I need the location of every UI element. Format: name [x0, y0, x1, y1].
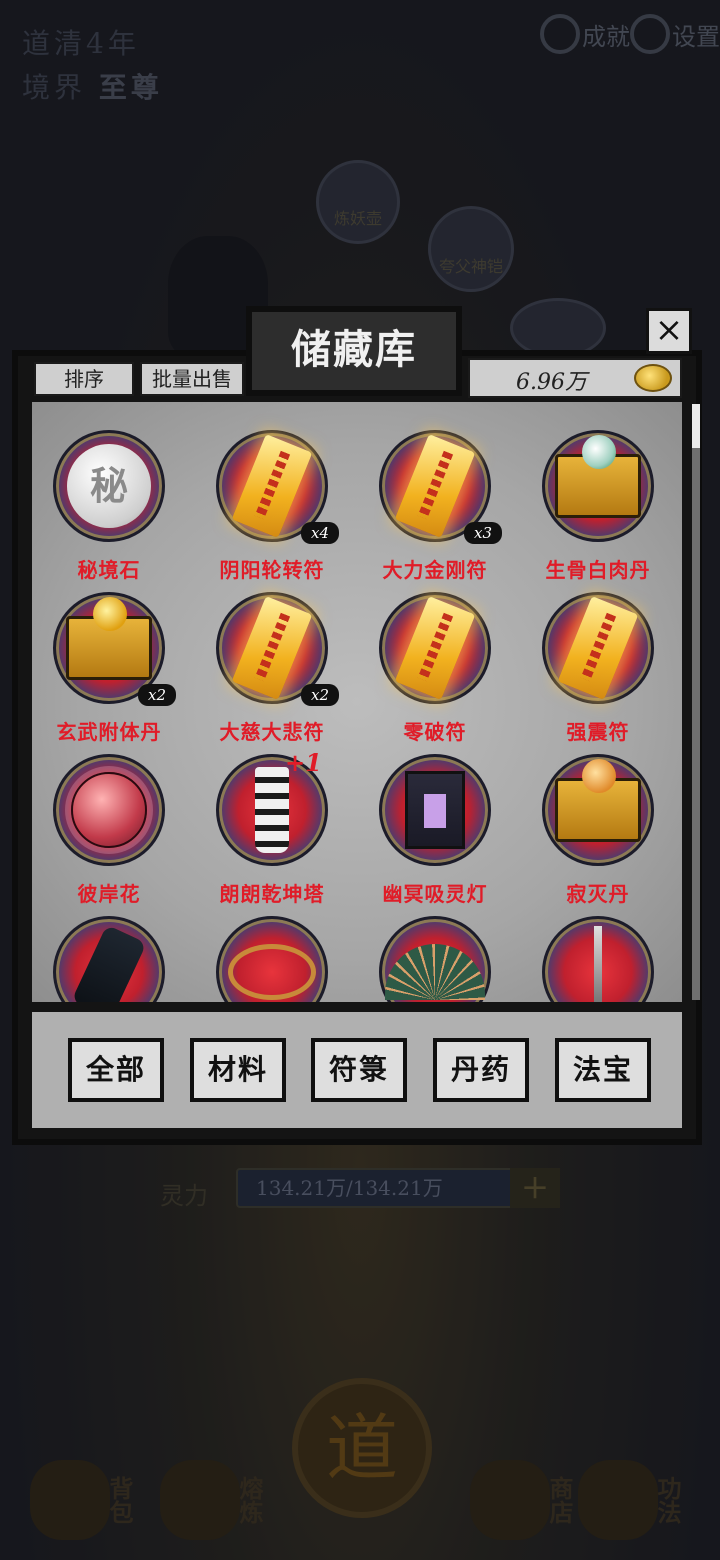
item-orb	[379, 916, 491, 1002]
item-orb	[542, 430, 654, 542]
item-name: 大慈大悲符	[219, 720, 325, 744]
pagoda-icon	[255, 767, 289, 853]
item-name: 零破符	[403, 720, 467, 744]
category-artifacts-button[interactable]: 法宝	[555, 1038, 651, 1102]
glove-icon	[71, 924, 147, 1002]
sword-icon	[594, 926, 602, 1002]
item-slot[interactable]: x3 大力金刚符	[358, 430, 508, 590]
item-slot[interactable]: 彼岸花	[32, 754, 182, 914]
item-upgrade-badge: +1	[285, 748, 322, 777]
item-name: 寂灭丹	[566, 882, 630, 906]
item-name: 朗朗乾坤塔	[219, 882, 325, 906]
item-slot[interactable]: 零破符	[358, 592, 508, 752]
item-name: 强震符	[566, 720, 630, 744]
coin-icon	[634, 364, 672, 392]
item-orb	[542, 916, 654, 1002]
fan-icon	[385, 944, 485, 1000]
item-orb	[216, 916, 328, 1002]
item-slot[interactable]: 强震符	[521, 592, 671, 752]
category-talismans-button[interactable]: 符箓	[311, 1038, 407, 1102]
item-name: 彼岸花	[77, 882, 141, 906]
ball-icon	[71, 772, 147, 848]
item-orb	[53, 754, 165, 866]
scrollbar-thumb[interactable]	[692, 404, 700, 448]
item-slot[interactable]	[521, 916, 671, 1002]
category-all-button[interactable]: 全部	[68, 1038, 164, 1102]
coin-balance: 6.96万	[468, 358, 682, 398]
category-pills-button[interactable]: 丹药	[433, 1038, 529, 1102]
item-slot[interactable]: +1 朗朗乾坤塔	[195, 748, 345, 914]
sort-button[interactable]: 排序	[34, 362, 134, 396]
item-orb	[379, 754, 491, 866]
lantern-icon	[405, 771, 465, 849]
item-count-badge: x3	[464, 522, 502, 544]
item-slot[interactable]: x2 大慈大悲符	[195, 592, 345, 752]
item-slot[interactable]	[32, 916, 182, 1002]
talisman-icon	[231, 433, 313, 539]
item-slot[interactable]: x4 阴阳轮转符	[195, 430, 345, 590]
item-slot[interactable]: 幽冥吸灵灯	[358, 754, 508, 914]
item-name: 玄武附体丹	[56, 720, 162, 744]
item-name: 幽冥吸灵灯	[382, 882, 488, 906]
chest-pearl-icon	[555, 435, 641, 518]
item-orb	[379, 592, 491, 704]
item-count-badge: x4	[301, 522, 339, 544]
item-orb: 秘	[53, 430, 165, 542]
item-orb	[53, 916, 165, 1002]
close-button[interactable]: ×	[646, 308, 692, 354]
item-slot[interactable]: 秘秘境石	[32, 430, 182, 590]
item-slot[interactable]	[195, 916, 345, 1002]
talisman-icon	[557, 595, 639, 701]
talisman-icon	[394, 595, 476, 701]
item-orb	[542, 592, 654, 704]
item-slot[interactable]	[358, 916, 508, 1002]
item-orb	[542, 754, 654, 866]
batch-sell-button[interactable]: 批量出售	[140, 362, 244, 396]
item-slot[interactable]: 寂灭丹	[521, 754, 671, 914]
scrollbar-track[interactable]	[692, 404, 700, 1000]
talisman-icon	[231, 595, 313, 701]
category-materials-button[interactable]: 材料	[190, 1038, 286, 1102]
dialog-title: 储藏库	[246, 306, 462, 396]
item-name: 秘境石	[77, 558, 141, 582]
item-name: 阴阳轮转符	[219, 558, 325, 582]
stone-icon: 秘	[67, 444, 151, 528]
talisman-icon	[394, 433, 476, 539]
chest-gold-icon	[66, 597, 152, 680]
item-name: 大力金刚符	[382, 558, 488, 582]
item-grid[interactable]: 秘秘境石 x4 阴阳轮转符 x3 大力金刚符 生骨白肉丹 x2 玄武附体丹 x2 大慈大悲符 零破符…	[32, 402, 682, 1002]
item-slot[interactable]: 生骨白肉丹	[521, 430, 671, 590]
coin-value: 6.96万	[516, 370, 587, 395]
item-name: 生骨白肉丹	[545, 558, 651, 582]
ring-icon	[228, 944, 316, 1000]
item-count-badge: x2	[138, 684, 176, 706]
item-slot[interactable]: x2 玄武附体丹	[32, 592, 182, 752]
chest-amber-icon	[555, 759, 641, 842]
item-count-badge: x2	[301, 684, 339, 706]
